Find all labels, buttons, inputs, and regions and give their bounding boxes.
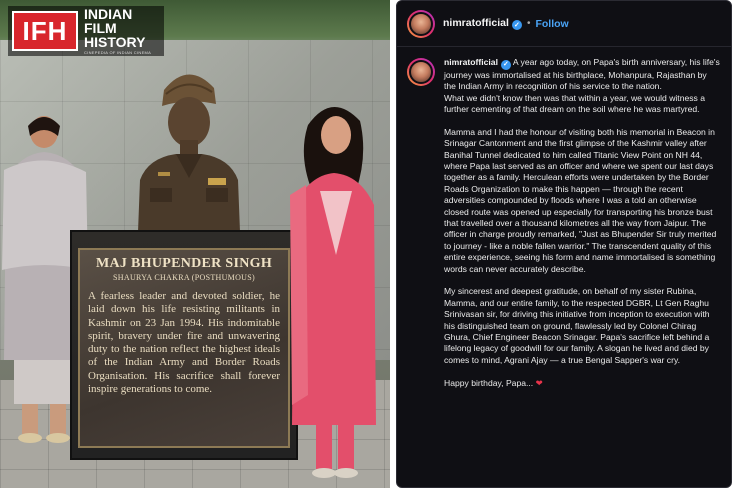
- caption-paragraph-4: Happy birthday, Papa... ❤: [444, 378, 721, 389]
- separator-dot: •: [526, 18, 531, 29]
- plaque-award: SHAURYA CHAKRA (POSTHUMOUS): [113, 273, 255, 282]
- bronze-bust: [138, 74, 240, 232]
- post-caption: nimratofficial ✓ A year ago today, on Pap…: [397, 47, 731, 400]
- profile-username[interactable]: nimratofficial ✓: [443, 17, 522, 30]
- ifh-logo-text: INDIAN FILM HISTORY CINEPEDIA OF INDIAN …: [84, 7, 151, 55]
- caption-text-4: Happy birthday, Papa...: [444, 377, 534, 388]
- instagram-post: nimratofficial ✓ • Follow nimratofficial ✓…: [396, 0, 732, 488]
- ifh-logo-mark: IFH: [12, 11, 78, 51]
- profile-avatar[interactable]: [407, 9, 435, 38]
- caption-avatar[interactable]: [407, 58, 435, 86]
- verified-badge-icon: ✓: [511, 20, 522, 30]
- caption-paragraph-1: nimratofficial ✓ A year ago today, on Pap…: [444, 57, 721, 115]
- caption-paragraph-3: My sincerest and deepest gratitude, on b…: [444, 286, 710, 365]
- woman-right: [290, 106, 376, 478]
- caption-paragraph-2: Mamma and I had the honour of visiting b…: [444, 126, 717, 274]
- plaque-name: MAJ BHUPENDER SINGH: [95, 256, 273, 271]
- ifh-logo: IFH INDIAN FILM HISTORY CINEPEDIA OF IND…: [8, 6, 164, 56]
- caption-username[interactable]: nimratofficial ✓: [444, 57, 511, 70]
- memorial-photo: MAJ BHUPENDER SINGH SHAURYA CHAKRA (POST…: [0, 0, 390, 488]
- caption-body: nimratofficial ✓ A year ago today, on Pap…: [444, 57, 721, 400]
- post-header: nimratofficial ✓ • Follow: [397, 1, 731, 47]
- memorial-plaque: MAJ BHUPENDER SINGH SHAURYA CHAKRA (POST…: [78, 248, 290, 448]
- verified-badge-icon: ✓: [500, 59, 511, 70]
- logo-line-history: HISTORY: [84, 34, 146, 50]
- logo-tagline: CINEPEDIA OF INDIAN CINEMA: [84, 50, 152, 55]
- plaque-inscription: A fearless leader and devoted soldier, h…: [88, 290, 280, 396]
- logo-line-film: FILM: [84, 20, 117, 36]
- heart-emoji-icon: ❤: [535, 377, 543, 388]
- logo-line-indian: INDIAN: [84, 6, 133, 22]
- follow-button[interactable]: Follow: [535, 18, 568, 30]
